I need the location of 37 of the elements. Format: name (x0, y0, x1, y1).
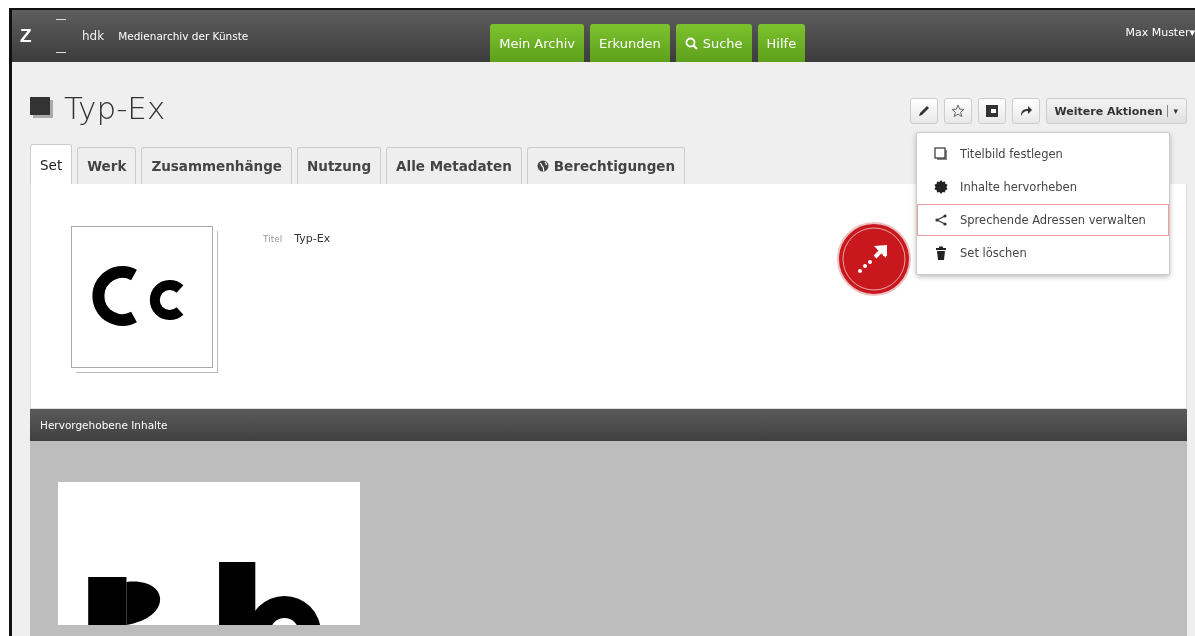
logo-mark-icon (56, 19, 66, 53)
arrow-marker-icon (836, 221, 912, 297)
share-icon (1018, 104, 1033, 118)
field-label: Titel (263, 234, 283, 244)
user-menu[interactable]: Max Muster▾ (1125, 25, 1195, 47)
tab[interactable]: Zusammenhänge (141, 147, 292, 184)
menu-item[interactable]: Titelbild festlegen (917, 138, 1169, 170)
tab[interactable]: Nutzung (297, 147, 382, 184)
tab[interactable]: Berechtigungen (526, 147, 686, 184)
menu-item[interactable]: Inhalte hervorheben (917, 171, 1169, 203)
menu-item[interactable]: Set löschen (917, 237, 1169, 269)
field-value: Typ-Ex (294, 232, 331, 245)
section-header: Hervorgehobene Inhalte (30, 409, 1187, 441)
org-name: hdk (82, 29, 105, 43)
app-name: Medienarchiv der Künste (118, 30, 250, 42)
cover-image-icon (934, 147, 948, 161)
cover-button[interactable] (977, 98, 1006, 124)
tab[interactable]: Werk (77, 147, 137, 184)
edit-icon (916, 104, 931, 118)
page-title: Typ-Ex (30, 80, 166, 126)
caret-icon: ▾ (1173, 106, 1178, 116)
trash-icon (934, 246, 948, 260)
share-button[interactable] (1011, 98, 1040, 124)
set-icon (30, 97, 54, 119)
search-icon (684, 36, 698, 50)
cover-icon (984, 104, 999, 118)
more-actions-button[interactable]: Weitere Aktionen ▾ (1045, 98, 1187, 124)
logo[interactable]: Z (20, 25, 56, 47)
globe-icon (536, 160, 549, 172)
tab[interactable]: Alle Metadaten (386, 147, 522, 184)
star-button[interactable] (943, 98, 972, 124)
star-icon (950, 104, 965, 118)
tab[interactable]: Set (30, 144, 73, 184)
share-icon (934, 213, 948, 227)
edit-button[interactable] (909, 98, 938, 124)
menu-item[interactable]: Sprechende Adressen verwalten (917, 204, 1169, 236)
badge-icon (934, 180, 948, 194)
